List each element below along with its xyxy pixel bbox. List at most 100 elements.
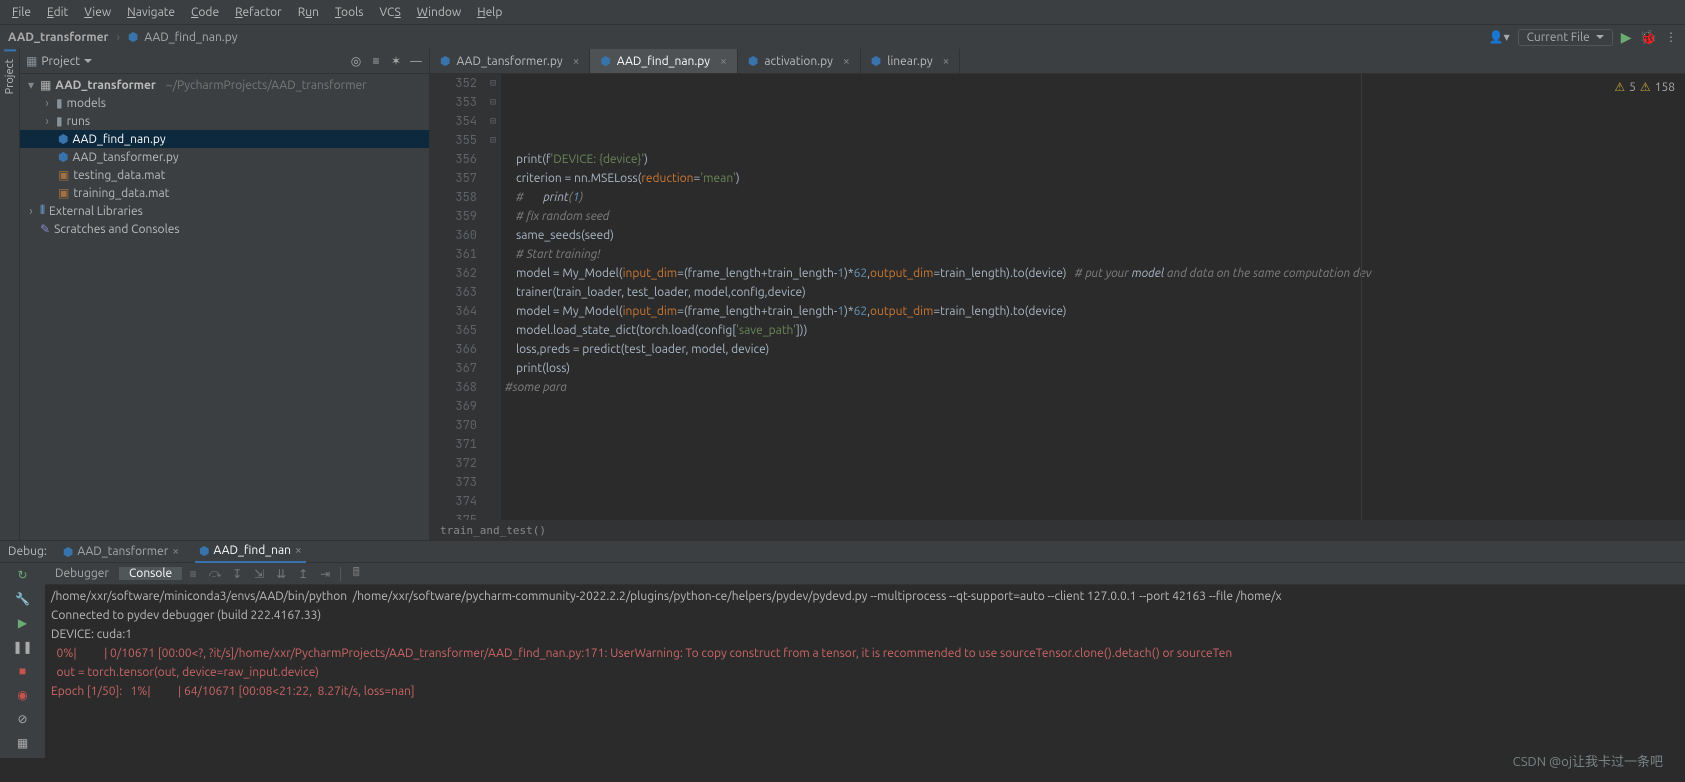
- python-icon: ⬢: [871, 54, 881, 68]
- locate-icon[interactable]: ◎: [349, 54, 363, 68]
- tree-folder[interactable]: ›▮ runs: [20, 112, 429, 130]
- python-icon: ⬢: [63, 545, 73, 559]
- tree-file[interactable]: ⬢ AAD_tansformer.py: [20, 148, 429, 166]
- editor-tab[interactable]: ⬢ AAD_find_nan.py×: [590, 49, 737, 73]
- editor-tab[interactable]: ⬢ linear.py×: [861, 49, 961, 73]
- project-tool-tab[interactable]: Project: [4, 49, 16, 102]
- tree-root[interactable]: ▾ ▦ AAD_transformer ~/PycharmProjects/AA…: [20, 76, 429, 94]
- editor-tab[interactable]: ⬢ activation.py×: [738, 49, 861, 73]
- user-icon[interactable]: 👤▾: [1489, 30, 1510, 44]
- project-tree[interactable]: ▾ ▦ AAD_transformer ~/PycharmProjects/AA…: [20, 74, 429, 540]
- menu-help[interactable]: Help: [469, 4, 510, 21]
- expand-all-icon[interactable]: ≡: [369, 54, 383, 68]
- breadcrumb-sep: [114, 31, 121, 44]
- menu-vcs[interactable]: VCS: [371, 4, 408, 21]
- debug-label: Debug:: [8, 545, 47, 558]
- close-icon[interactable]: ×: [720, 55, 727, 68]
- folder-icon: ▮: [56, 96, 63, 110]
- breadcrumb-root[interactable]: AAD_transformer: [8, 31, 108, 44]
- navigation-bar: AAD_transformer ⬢ AAD_find_nan.py 👤▾ Cur…: [0, 25, 1685, 49]
- close-icon[interactable]: ×: [843, 55, 850, 68]
- menu-window[interactable]: Window: [409, 4, 469, 21]
- more-run-icon[interactable]: ⋮: [1665, 30, 1677, 44]
- python-icon: ⬢: [199, 544, 209, 558]
- close-icon[interactable]: ×: [295, 544, 302, 557]
- breadcrumb-file[interactable]: AAD_find_nan.py: [144, 31, 237, 44]
- console-output[interactable]: /home/xxr/software/miniconda3/envs/AAD/b…: [45, 585, 1685, 758]
- layout-icon[interactable]: ▦: [15, 735, 31, 751]
- python-icon: ⬢: [128, 30, 138, 44]
- menu-file[interactable]: File: [4, 4, 39, 21]
- library-icon: ⫴: [40, 204, 45, 218]
- pause-icon[interactable]: ❚❚: [15, 639, 31, 655]
- tree-folder[interactable]: ›▮ models: [20, 94, 429, 112]
- run-icon[interactable]: ▶: [1621, 29, 1632, 46]
- python-icon: ⬢: [58, 132, 68, 146]
- editor-tab[interactable]: ⬢ AAD_tansformer.py×: [430, 49, 590, 73]
- settings-icon[interactable]: ✶: [389, 54, 403, 68]
- menu-code[interactable]: Code: [183, 4, 227, 21]
- line-gutter[interactable]: 352 353 354 355 356 357 358 359 360 361 …: [430, 74, 485, 520]
- menu-run[interactable]: Run: [290, 4, 327, 21]
- hide-icon[interactable]: —: [409, 54, 423, 68]
- menu-edit[interactable]: Edit: [39, 4, 76, 21]
- editor-body[interactable]: 352 353 354 355 356 357 358 359 360 361 …: [430, 74, 1685, 520]
- step-into-icon[interactable]: ↧: [228, 565, 246, 583]
- run-to-cursor-icon[interactable]: ⇥: [316, 565, 334, 583]
- debug-tool-window: Debug: ⬢ AAD_tansformer × ⬢ AAD_find_nan…: [0, 540, 1685, 758]
- mat-icon: ▣: [58, 168, 69, 182]
- show-frames-icon[interactable]: ≡: [184, 565, 202, 583]
- menu-refactor[interactable]: Refactor: [227, 4, 290, 21]
- warning-icon: ⚠: [1640, 78, 1651, 97]
- debugger-subtab[interactable]: Debugger: [45, 567, 119, 580]
- editor-pane: ⬢ AAD_tansformer.py× ⬢ AAD_find_nan.py× …: [430, 49, 1685, 540]
- menu-navigate[interactable]: Navigate: [119, 4, 183, 21]
- editor-breadcrumb[interactable]: train_and_test(): [430, 520, 1685, 540]
- step-over-icon[interactable]: ⤼: [206, 565, 224, 583]
- mute-bp-icon[interactable]: ⊘: [15, 711, 31, 727]
- editor-tabbar: ⬢ AAD_tansformer.py× ⬢ AAD_find_nan.py× …: [430, 49, 1685, 74]
- tree-file[interactable]: ⬢ AAD_find_nan.py: [20, 130, 429, 148]
- debug-session-tab[interactable]: ⬢ AAD_find_nan ×: [195, 541, 306, 563]
- menu-view[interactable]: View: [76, 4, 119, 21]
- debug-icon[interactable]: 🐞: [1640, 29, 1657, 46]
- python-icon: ⬢: [440, 54, 450, 68]
- run-config-select[interactable]: Current File: [1518, 29, 1613, 46]
- tree-file[interactable]: ▣ testing_data.mat: [20, 166, 429, 184]
- close-icon[interactable]: ×: [943, 55, 950, 68]
- module-icon: ▦: [40, 78, 51, 92]
- folder-icon: ▦: [26, 54, 37, 68]
- debug-session-tab[interactable]: ⬢ AAD_tansformer ×: [59, 542, 183, 562]
- breakpoints-icon[interactable]: ◉: [15, 687, 31, 703]
- chevron-down-icon: [84, 59, 92, 63]
- mat-icon: ▣: [58, 186, 69, 200]
- evaluate-icon[interactable]: 🖩: [347, 565, 365, 583]
- rerun-icon[interactable]: ↻: [15, 567, 31, 583]
- step-into-my-icon[interactable]: ⇲: [250, 565, 268, 583]
- watermark: CSDN @oj让我卡过一条吧: [1513, 751, 1663, 770]
- debug-action-strip: ↻ 🔧 ▶ ❚❚ ■ ◉ ⊘ ▦: [0, 563, 45, 758]
- menu-tools[interactable]: Tools: [327, 4, 372, 21]
- tree-scratches[interactable]: ✎ Scratches and Consoles: [20, 220, 429, 238]
- editor-inspections[interactable]: ⚠5 ⚠158: [1614, 78, 1675, 97]
- stop-icon[interactable]: ■: [15, 663, 31, 679]
- fold-gutter[interactable]: ⊟ ⊟ ⊟ ⊟: [485, 74, 501, 520]
- modify-run-icon[interactable]: 🔧: [15, 591, 31, 607]
- menubar: File Edit View Navigate Code Refactor Ru…: [0, 0, 1685, 25]
- step-out-icon[interactable]: ↥: [294, 565, 312, 583]
- console-subtab[interactable]: Console: [119, 567, 182, 580]
- python-icon: ⬢: [58, 150, 68, 164]
- tree-file[interactable]: ▣ training_data.mat: [20, 184, 429, 202]
- close-icon[interactable]: ×: [573, 55, 580, 68]
- close-icon[interactable]: ×: [172, 545, 179, 558]
- resume-icon[interactable]: ▶: [15, 615, 31, 631]
- force-step-icon[interactable]: ⇊: [272, 565, 290, 583]
- python-icon: ⬢: [748, 54, 758, 68]
- code-area[interactable]: ⚠5 ⚠158 print(f'DEVICE: {device}') crite…: [501, 74, 1685, 520]
- project-pane: ▦ Project ◎ ≡ ✶ — ▾ ▦ AAD_transformer ~/…: [20, 49, 430, 540]
- right-margin-line: [1361, 74, 1362, 520]
- project-pane-title[interactable]: ▦ Project: [26, 54, 92, 68]
- folder-icon: ▮: [56, 114, 63, 128]
- python-icon: ⬢: [600, 54, 610, 68]
- tree-external-libs[interactable]: ›⫴ External Libraries: [20, 202, 429, 220]
